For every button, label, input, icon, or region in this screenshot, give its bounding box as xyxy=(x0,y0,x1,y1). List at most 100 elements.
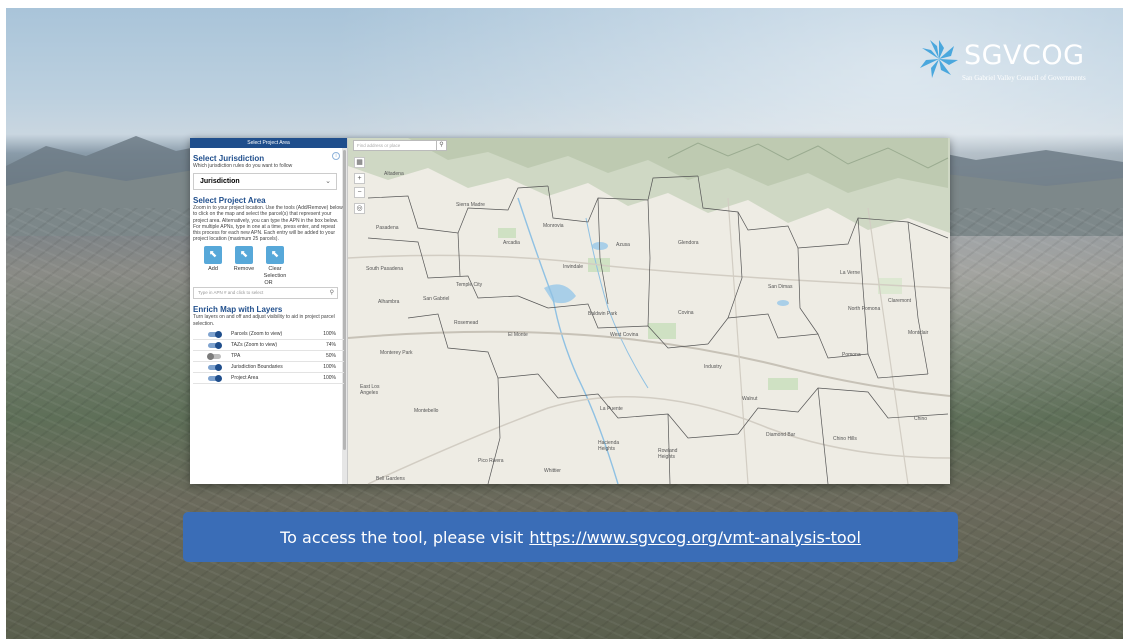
map-label: Pico Rivera xyxy=(478,458,504,464)
map-label: Glendora xyxy=(678,240,699,246)
map-label: Arcadia xyxy=(503,240,520,246)
tool-url-link[interactable]: https://www.sgvcog.org/vmt-analysis-tool xyxy=(529,528,861,547)
map-label: South Pasadena xyxy=(366,266,403,272)
map-label: Claremont xyxy=(888,298,912,304)
map-view[interactable]: Find address or place ⚲ ▦ + − ◎ Altadena… xyxy=(348,138,950,484)
layer-toggle[interactable] xyxy=(208,374,222,382)
layers-description: Turn layers on and off and adjust visibi… xyxy=(193,314,335,327)
cursor-minus-icon: ⬉ xyxy=(235,246,253,265)
remove-tool-label: Remove xyxy=(233,266,255,273)
map-label: Walnut xyxy=(742,396,758,402)
layer-toggle[interactable] xyxy=(208,363,222,371)
map-label: Chino xyxy=(914,416,928,422)
logo-wordmark: SGVCOG xyxy=(964,40,1085,71)
map-label: Irwindale xyxy=(563,264,584,270)
zoom-in-button[interactable]: + xyxy=(354,173,365,184)
map-label: Whittier xyxy=(544,468,561,474)
access-tool-banner: To access the tool, please visit https:/… xyxy=(183,512,958,562)
map-label: Sierra Madre xyxy=(456,202,485,208)
project-area-heading: Select Project Area xyxy=(193,196,266,206)
map-label: Azusa xyxy=(616,242,630,248)
layer-toggle[interactable] xyxy=(208,341,222,349)
layer-list: Parcels (Zoom to view) 100% TAZs (Zoom t… xyxy=(193,329,344,384)
banner-text: To access the tool, please visit xyxy=(280,527,524,547)
layer-opacity: 74% xyxy=(325,341,336,348)
search-icon[interactable]: ⚲ xyxy=(436,140,447,151)
sgvcog-logo: SGVCOG San Gabriel Valley Council of Gov… xyxy=(918,38,1118,88)
basemap-gallery-icon[interactable]: ▦ xyxy=(354,157,365,168)
layer-name: Parcels (Zoom to view) xyxy=(231,330,283,337)
map-search-placeholder: Find address or place xyxy=(357,143,401,148)
layer-name: TAZs (Zoom to view) xyxy=(231,341,278,348)
map-label: La Verne xyxy=(840,270,861,276)
layer-opacity: 100% xyxy=(323,330,336,337)
layer-toggle[interactable] xyxy=(207,352,221,360)
jurisdiction-select-value: Jurisdiction xyxy=(200,178,240,186)
map-label: Temple City xyxy=(456,282,483,288)
layer-name: Project Area xyxy=(231,374,259,381)
map-label: Montclair xyxy=(908,330,929,336)
layer-row-parcels: Parcels (Zoom to view) 100% xyxy=(193,329,344,340)
cursor-clear-icon: ⬉ xyxy=(266,246,284,265)
layer-name: Jurisdiction Boundaries xyxy=(231,363,283,370)
apn-input[interactable]: Type in APN # and click to select ⚲ xyxy=(193,287,338,300)
map-label: North Pomona xyxy=(848,306,881,312)
map-label: Covina xyxy=(678,310,694,316)
add-tool[interactable]: ⬉ Add xyxy=(201,246,225,280)
map-label: El Monte xyxy=(508,332,528,338)
clear-selection-tool[interactable]: ⬉ Clear Selection xyxy=(263,246,287,280)
map-label: San Dimas xyxy=(768,284,793,290)
layer-row-tazs: TAZs (Zoom to view) 74% xyxy=(193,340,344,351)
project-area-instructions: Zoom in to your project location. Use th… xyxy=(193,205,343,243)
remove-tool[interactable]: ⬉ Remove xyxy=(232,246,256,280)
map-search-input[interactable]: Find address or place ⚲ xyxy=(353,140,447,151)
jurisdiction-prompt: Which jurisdiction rules do you want to … xyxy=(193,163,293,169)
add-tool-label: Add xyxy=(208,266,218,273)
map-label: Rowland Heights xyxy=(658,448,678,460)
map-label: Monterey Park xyxy=(380,350,413,356)
jurisdiction-select[interactable]: Jurisdiction ⌄ xyxy=(193,173,337,191)
map-label: West Covina xyxy=(610,332,639,338)
vmt-tool-window: Select Project Area i Select Jurisdictio… xyxy=(190,138,950,484)
sunburst-logo-icon xyxy=(920,40,958,78)
map-label: Chino Hills xyxy=(833,436,857,442)
layer-name: TPA xyxy=(231,352,241,359)
zoom-out-button[interactable]: − xyxy=(354,187,365,198)
search-icon[interactable]: ⚲ xyxy=(330,288,334,298)
map-label: East Los Angeles xyxy=(360,384,380,396)
map-label: Montebello xyxy=(414,408,439,414)
layer-opacity: 100% xyxy=(323,363,336,370)
map-label: Rosemead xyxy=(454,320,479,326)
clear-selection-label: Clear Selection xyxy=(263,266,287,280)
cursor-plus-icon: ⬉ xyxy=(204,246,222,265)
locate-icon[interactable]: ◎ xyxy=(354,203,365,214)
map-label: Hacienda Heights xyxy=(598,440,620,452)
chevron-down-icon: ⌄ xyxy=(325,178,331,186)
map-label: Pomona xyxy=(842,352,861,358)
map-label: Alhambra xyxy=(378,299,400,305)
layer-opacity: 50% xyxy=(325,352,336,359)
jurisdiction-heading: Select Jurisdiction xyxy=(193,154,265,163)
side-panel: Select Project Area i Select Jurisdictio… xyxy=(190,138,348,484)
layer-row-project-area: Project Area 100% xyxy=(193,373,344,384)
selection-tools: ⬉ Add ⬉ Remove ⬉ Clear Selection xyxy=(201,246,344,280)
map-label: Diamond Bar xyxy=(766,432,796,438)
map-label: Altadena xyxy=(384,171,404,177)
layer-row-jurisdiction-boundaries: Jurisdiction Boundaries 100% xyxy=(193,362,344,373)
layers-heading: Enrich Map with Layers xyxy=(193,305,283,315)
map-label: San Gabriel xyxy=(423,296,450,302)
or-divider: OR xyxy=(264,280,273,287)
map-label: Industry xyxy=(704,364,722,370)
logo-subtitle: San Gabriel Valley Council of Government… xyxy=(962,74,1086,82)
layer-opacity: 100% xyxy=(323,374,336,381)
map-label: La Puente xyxy=(600,406,623,412)
layer-toggle[interactable] xyxy=(208,330,222,338)
map-label: Baldwin Park xyxy=(588,311,618,317)
info-icon[interactable]: i xyxy=(332,152,340,160)
map-label: Monrovia xyxy=(543,223,564,229)
map-label: Bell Gardens xyxy=(376,476,405,482)
map-label: Pasadena xyxy=(376,225,399,231)
layer-row-tpa: TPA 50% xyxy=(193,351,344,362)
apn-placeholder: Type in APN # and click to select xyxy=(198,290,264,296)
panel-header: Select Project Area xyxy=(190,138,347,148)
